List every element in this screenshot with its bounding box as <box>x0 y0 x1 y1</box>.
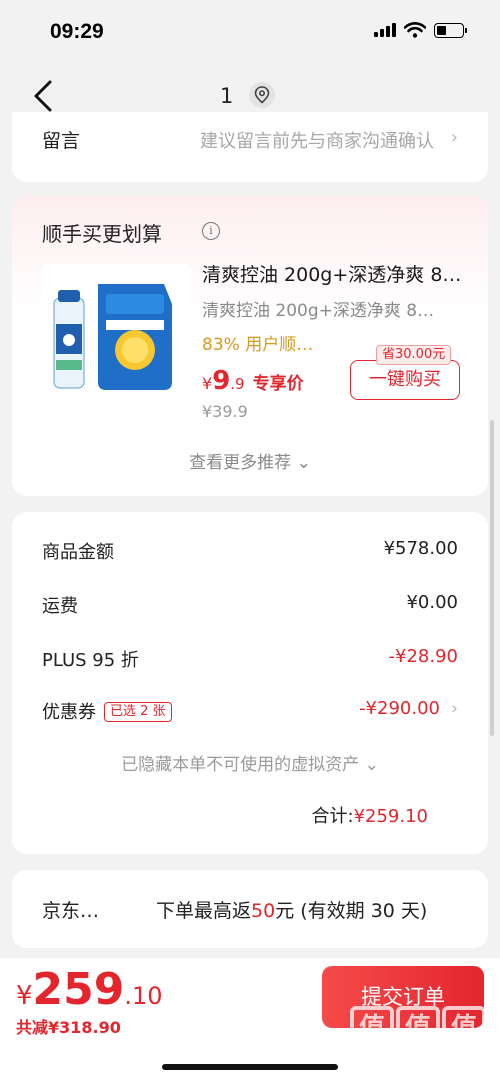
price-currency: ¥ <box>202 374 213 393</box>
product-price: ¥ 9 .9 专享价 <box>202 366 304 396</box>
total-label: 合计: <box>311 806 354 827</box>
chevron-right-icon: › <box>450 127 458 148</box>
goods-amount-value: ¥578.00 <box>383 538 458 559</box>
wifi-icon <box>404 22 426 38</box>
status-bar: 09:29 <box>0 0 500 62</box>
price-integer: 9 <box>212 366 231 396</box>
upsell-card: 顺手买更划算 i 清爽控油 200g+深透净爽 8… 清爽控油 200g+深透净… <box>12 196 488 496</box>
plus-discount-row: PLUS 95 折 -¥28.90 <box>42 646 458 674</box>
plus-discount-value: -¥28.90 <box>388 646 458 667</box>
pay-currency: ¥ <box>16 981 33 1011</box>
rebate-label: 京东… <box>42 900 100 922</box>
rebate-suffix: 元 (有效期 30 天) <box>275 900 428 922</box>
shipping-label: 运费 <box>42 596 78 617</box>
rebate-text: 下单最高返50元 (有效期 30 天) <box>156 896 427 923</box>
chevron-right-icon: › <box>450 698 458 719</box>
shipping-value: ¥0.00 <box>406 592 458 613</box>
remark-label: 留言 <box>42 130 81 152</box>
price-decimal: .9 <box>230 375 245 393</box>
hidden-assets-toggle[interactable]: 已隐藏本单不可使用的虚拟资产 ⌄ <box>12 750 488 775</box>
remark-placeholder[interactable]: 建议留言前先与商家沟通确认 <box>200 127 434 153</box>
rebate-prefix: 下单最高返 <box>156 900 252 922</box>
price-tag: 专享价 <box>252 374 304 394</box>
battery-icon <box>434 22 467 38</box>
product-rating: 83% 用户顺… <box>202 335 314 355</box>
save-badge: 省30.00元 <box>376 345 452 365</box>
pay-decimal: .10 <box>124 982 163 1010</box>
order-total: 合计:¥259.10 <box>311 802 428 828</box>
coupon-row[interactable]: 优惠券 已选 2 张 -¥290.00 › <box>42 698 458 726</box>
plus-discount-label: PLUS 95 折 <box>42 650 139 671</box>
product-name[interactable]: 清爽控油 200g+深透净爽 8… <box>202 260 472 287</box>
product-image[interactable] <box>42 264 192 402</box>
rebate-amount: 50 <box>251 900 276 922</box>
scrollbar[interactable] <box>490 420 494 736</box>
status-time: 09:29 <box>50 20 104 43</box>
more-recommendations-link[interactable]: 查看更多推荐 ⌄ <box>12 448 488 473</box>
total-reduced: 共减¥318.90 <box>16 1018 121 1037</box>
original-price: ¥39.9 <box>202 402 248 421</box>
upsell-title: 顺手买更划算 <box>42 222 162 246</box>
coupon-value: -¥290.00 <box>359 698 440 719</box>
nav-count: 1 <box>220 84 234 108</box>
back-button[interactable] <box>30 76 58 116</box>
coupon-selected-tag: 已选 2 张 <box>104 702 172 722</box>
remark-card[interactable]: 留言 建议留言前先与商家沟通确认 › <box>12 112 488 182</box>
coupon-label: 优惠券 <box>42 702 96 723</box>
pay-integer: 259 <box>32 964 125 1015</box>
cellular-signal-icon <box>374 23 396 37</box>
rebate-card[interactable]: 京东… 下单最高返50元 (有效期 30 天) <box>12 870 488 948</box>
location-pin-icon[interactable] <box>249 82 275 108</box>
coupon-label-group: 优惠券 已选 2 张 <box>42 698 172 724</box>
order-summary-card: 商品金额 ¥578.00 运费 ¥0.00 PLUS 95 折 -¥28.90 … <box>12 512 488 854</box>
product-subtitle: 清爽控油 200g+深透净爽 8… <box>202 301 435 321</box>
status-icons <box>374 22 467 38</box>
one-click-buy-button[interactable]: 一键购买 <box>350 360 460 400</box>
goods-amount-label: 商品金额 <box>42 542 114 563</box>
shipping-row: 运费 ¥0.00 <box>42 592 458 620</box>
goods-amount-row: 商品金额 ¥578.00 <box>42 538 458 566</box>
watermark-logo: 值 值 值 <box>350 1006 486 1050</box>
info-icon[interactable]: i <box>202 222 220 240</box>
watermark-text: zhizhizhi.com <box>354 1052 469 1070</box>
total-value: ¥259.10 <box>353 806 428 827</box>
pay-amount: ¥ 259 .10 <box>16 964 163 1015</box>
home-indicator[interactable] <box>162 1064 338 1070</box>
